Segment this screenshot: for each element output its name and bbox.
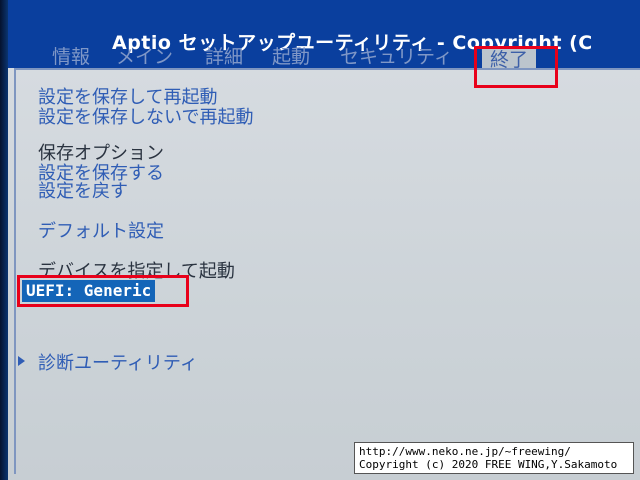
screen-bezel: [0, 0, 8, 480]
exit-tab-highlight: [474, 46, 558, 88]
tab-main[interactable]: メイン: [116, 42, 173, 69]
uefi-item-highlight: [17, 275, 189, 307]
credit-copyright: Copyright (c) 2020 FREE WING,Y.Sakamoto: [359, 458, 618, 471]
credit-url: http://www.neko.ne.jp/~freewing/: [359, 445, 571, 458]
tab-security[interactable]: セキュリティ: [340, 42, 453, 69]
save-and-restart-item[interactable]: 設定を保存して再起動: [38, 88, 217, 108]
restore-settings-item[interactable]: 設定を戻す: [38, 182, 128, 202]
tab-advanced[interactable]: 詳細: [205, 42, 243, 69]
submenu-arrow-icon: [18, 356, 25, 366]
default-settings-item[interactable]: デフォルト設定: [38, 222, 164, 242]
exit-panel: 設定を保存して再起動 設定を保存しないで再起動 保存オプション 設定を保存する …: [8, 68, 640, 480]
credit-box: http://www.neko.ne.jp/~freewing/ Copyrig…: [354, 442, 634, 474]
tab-info[interactable]: 情報: [52, 42, 90, 69]
diagnostics-item[interactable]: 診断ユーティリティ: [38, 354, 198, 374]
tab-boot[interactable]: 起動: [272, 42, 310, 69]
save-options-heading: 保存オプション: [38, 143, 164, 164]
discard-and-restart-item[interactable]: 設定を保存しないで再起動: [38, 108, 253, 128]
